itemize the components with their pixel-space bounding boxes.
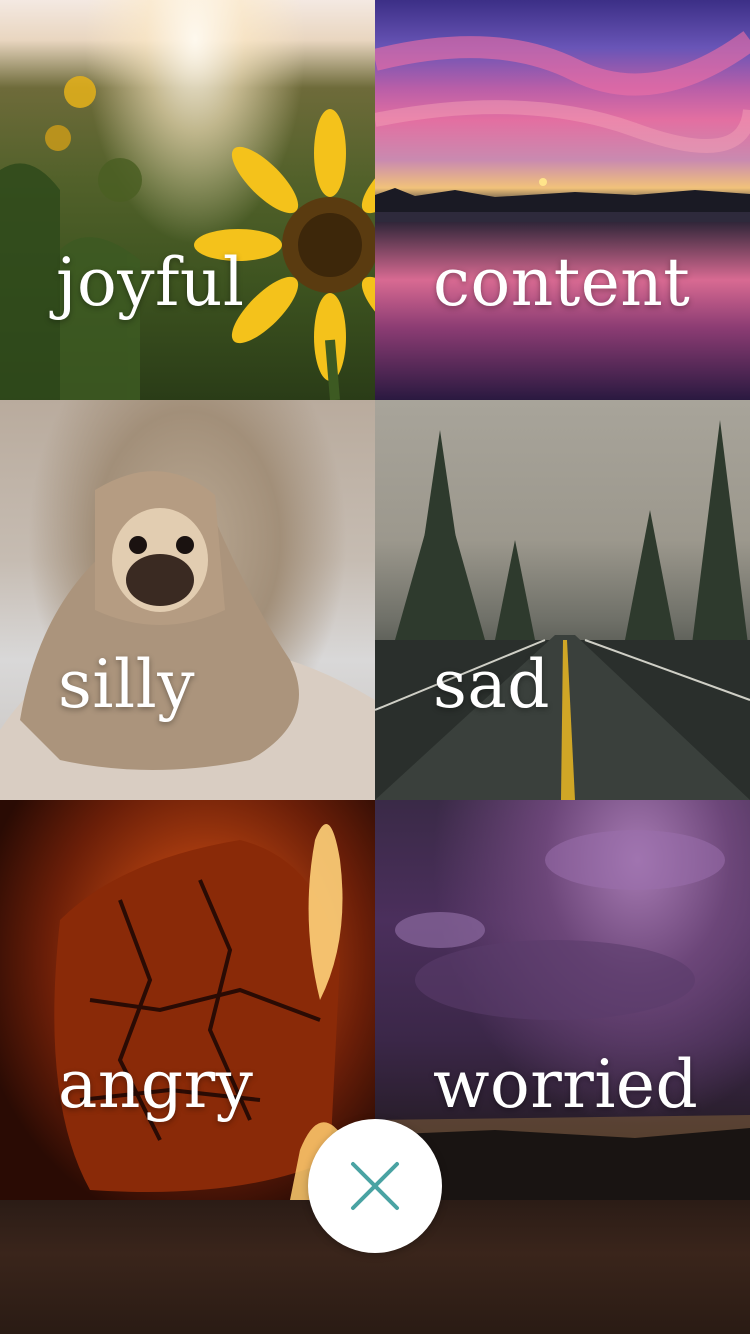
foggy-road-image [375,420,750,800]
close-button[interactable] [308,1119,442,1253]
stormy-sky-image [375,830,750,1200]
mood-tile-worried[interactable]: worried [375,800,750,1200]
mood-label: silly [58,646,195,723]
sunflower-field-image [0,76,375,400]
mood-label: worried [433,1046,699,1123]
pug-in-blanket-image [0,471,375,800]
mood-label: sad [433,646,550,723]
mood-tile-angry[interactable]: angry [0,800,375,1200]
mood-tile-silly[interactable]: silly [0,400,375,800]
mood-tile-content[interactable]: content [375,0,750,400]
mood-label: joyful [56,244,245,321]
mood-tile-joyful[interactable]: joyful [0,0,375,400]
mood-label: content [433,244,691,321]
mood-label: angry [58,1046,254,1123]
close-icon [351,1162,399,1210]
mood-tile-sad[interactable]: sad [375,400,750,800]
lake-sunset-image [375,31,750,222]
mood-grid: joyful content silly sad angry worried [0,0,750,1200]
burning-log-image [54,824,350,1200]
